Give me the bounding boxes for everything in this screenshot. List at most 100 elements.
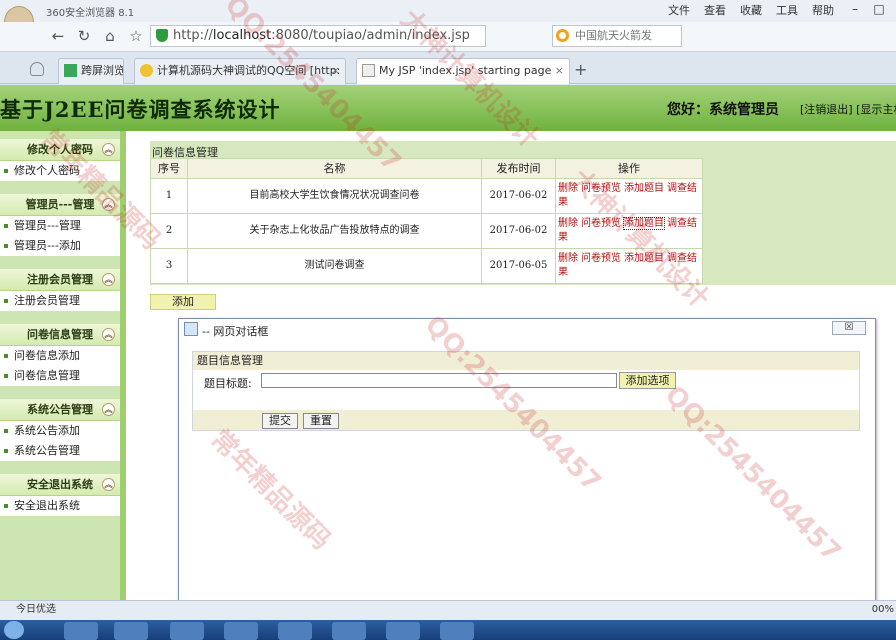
sidebar-item-survey-manage[interactable]: 问卷信息管理 bbox=[0, 366, 120, 386]
sidebar-item-logout[interactable]: 安全退出系统 bbox=[0, 496, 120, 516]
question-title-label: 题目标题: bbox=[204, 377, 252, 390]
survey-table: 序号 名称 发布时间 操作 1 目前高校大学生饮食情况状况调查问卷 2017-0… bbox=[150, 158, 703, 284]
sidebar-group-title[interactable]: 问卷信息管理 ︽ bbox=[0, 324, 120, 346]
zoom-level[interactable]: 00% bbox=[872, 601, 894, 619]
cell-no: 1 bbox=[150, 178, 188, 214]
sidebar-group-title[interactable]: 安全退出系统 ︽ bbox=[0, 474, 120, 496]
cell-date: 2017-06-02 bbox=[481, 178, 556, 214]
shield-icon bbox=[156, 29, 168, 42]
tab-qq-space[interactable]: 计算机源码大神调试的QQ空间 [http: × bbox=[134, 58, 346, 84]
reset-button[interactable]: 重置 bbox=[303, 413, 339, 429]
submit-button[interactable]: 提交 bbox=[262, 413, 298, 429]
delete-link[interactable]: 删除 bbox=[558, 253, 578, 264]
form-title: 题目信息管理 bbox=[193, 352, 859, 370]
tab-label: 计算机源码大神调试的QQ空间 [http: bbox=[157, 64, 341, 77]
add-option-button[interactable]: 添加选项 bbox=[619, 372, 676, 389]
close-tab-icon[interactable]: × bbox=[331, 59, 340, 83]
taskbar-app-icon[interactable] bbox=[224, 622, 258, 640]
sidebar-item-admin-manage[interactable]: 管理员---管理 bbox=[0, 216, 120, 236]
sidebar-item-survey-add[interactable]: 问卷信息添加 bbox=[0, 346, 120, 366]
sidebar-group-survey: 问卷信息管理 ︽ 问卷信息添加 问卷信息管理 bbox=[0, 324, 120, 386]
dialog-title: -- 网页对话框 bbox=[202, 325, 269, 338]
page-icon bbox=[362, 64, 375, 77]
col-ops: 操作 bbox=[555, 158, 703, 179]
question-title-input[interactable] bbox=[261, 373, 617, 388]
sidebar-group-title[interactable]: 系统公告管理 ︽ bbox=[0, 399, 120, 421]
url-scheme: http:// bbox=[173, 28, 213, 43]
preview-link[interactable]: 问卷预览 bbox=[581, 183, 621, 194]
delete-link[interactable]: 删除 bbox=[558, 183, 578, 194]
menu-tools[interactable]: 工具 bbox=[776, 2, 798, 18]
browser-name: 360安全浏览器 8.1 bbox=[46, 8, 135, 19]
tab-label: 跨屏浏览 bbox=[81, 64, 124, 77]
add-question-link[interactable]: 添加题目 bbox=[624, 253, 664, 264]
header-links[interactable]: [注销退出] [显示主机 bbox=[800, 101, 896, 117]
tab-cross-screen[interactable]: 跨屏浏览 bbox=[58, 58, 124, 84]
menu-view[interactable]: 查看 bbox=[704, 2, 726, 18]
collapse-icon[interactable]: ︽ bbox=[102, 478, 115, 491]
phone-icon bbox=[64, 64, 77, 77]
table-header: 序号 名称 发布时间 操作 bbox=[150, 158, 703, 179]
add-question-link[interactable]: 添加题目 bbox=[623, 217, 665, 230]
maximize-icon[interactable]: □ bbox=[868, 2, 890, 18]
taskbar-app-icon[interactable] bbox=[332, 622, 366, 640]
sidebar-item-notice-manage[interactable]: 系统公告管理 bbox=[0, 441, 120, 461]
taskbar-app-icon[interactable] bbox=[170, 622, 204, 640]
add-survey-button[interactable]: 添加 bbox=[150, 294, 216, 310]
delete-link[interactable]: 删除 bbox=[558, 218, 578, 229]
reload-icon[interactable]: ↻ bbox=[74, 26, 94, 46]
back-icon[interactable]: ← bbox=[48, 26, 68, 46]
sidebar-group-members: 注册会员管理 ︽ 注册会员管理 bbox=[0, 269, 120, 311]
star-icon[interactable]: ☆ bbox=[126, 26, 146, 46]
taskbar-app-icon[interactable] bbox=[64, 622, 98, 640]
address-bar[interactable]: http://localhost:8080/toupiao/admin/inde… bbox=[150, 25, 486, 47]
menu-help[interactable]: 帮助 bbox=[812, 2, 834, 18]
taskbar-app-icon[interactable] bbox=[440, 622, 474, 640]
preview-link[interactable]: 问卷预览 bbox=[581, 218, 621, 229]
taskbar-app-icon[interactable] bbox=[386, 622, 420, 640]
close-tab-icon[interactable]: × bbox=[555, 59, 564, 83]
new-tab-icon[interactable]: + bbox=[574, 60, 587, 79]
tab-label: My JSP 'index.jsp' starting page bbox=[379, 64, 552, 77]
menu-favorites[interactable]: 收藏 bbox=[740, 2, 762, 18]
close-icon[interactable]: ☒ bbox=[832, 321, 866, 335]
search-input[interactable]: 中国航天火箭发 bbox=[552, 25, 682, 47]
table-row: 3 测试问卷调查 2017-06-05 删除 问卷预览 添加题目 调查结果 bbox=[150, 248, 703, 284]
menu-file[interactable]: 文件 bbox=[668, 2, 690, 18]
table-row: 1 目前高校大学生饮食情况状况调查问卷 2017-06-02 删除 问卷预览 添加题… bbox=[150, 178, 703, 214]
sidebar-group-title[interactable]: 修改个人密码 ︽ bbox=[0, 139, 120, 161]
url-path: :8080/toupiao/admin/index.jsp bbox=[271, 28, 470, 43]
search-engine-icon bbox=[556, 29, 569, 42]
preview-link[interactable]: 问卷预览 bbox=[581, 253, 621, 264]
cloud-icon[interactable] bbox=[30, 62, 44, 76]
collapse-icon[interactable]: ︽ bbox=[102, 403, 115, 416]
table-row: 2 关于杂志上化妆品广告投放特点的调查 2017-06-02 删除 问卷预览 添加题… bbox=[150, 213, 703, 249]
site-title: 基于J2EE问卷调查系统设计 bbox=[0, 97, 281, 122]
status-text[interactable]: 今日优选 bbox=[16, 604, 56, 615]
collapse-icon[interactable]: ︽ bbox=[102, 198, 115, 211]
sidebar-item-notice-add[interactable]: 系统公告添加 bbox=[0, 421, 120, 441]
taskbar-app-icon[interactable] bbox=[114, 622, 148, 640]
status-bar: 今日优选 00% bbox=[0, 600, 896, 620]
sidebar-group-title[interactable]: 管理员---管理 ︽ bbox=[0, 194, 120, 216]
url-host: localhost bbox=[212, 28, 272, 43]
collapse-icon[interactable]: ︽ bbox=[102, 273, 115, 286]
tab-index-jsp[interactable]: My JSP 'index.jsp' starting page × bbox=[356, 58, 570, 84]
collapse-icon[interactable]: ︽ bbox=[102, 143, 115, 156]
sidebar: 修改个人密码 ︽ 修改个人密码 管理员---管理 ︽ 管理员---管理 管理员---… bbox=[0, 131, 126, 600]
greeting: 您好：系统管理员 bbox=[667, 102, 779, 118]
cell-name: 目前高校大学生饮食情况状况调查问卷 bbox=[187, 178, 482, 214]
add-question-link[interactable]: 添加题目 bbox=[624, 183, 664, 194]
sidebar-item-admin-add[interactable]: 管理员---添加 bbox=[0, 236, 120, 256]
collapse-icon[interactable]: ︽ bbox=[102, 328, 115, 341]
sidebar-item-change-password[interactable]: 修改个人密码 bbox=[0, 161, 120, 181]
start-icon[interactable] bbox=[4, 621, 24, 639]
taskbar-app-icon[interactable] bbox=[278, 622, 312, 640]
sidebar-group-title[interactable]: 注册会员管理 ︽ bbox=[0, 269, 120, 291]
cell-ops: 删除 问卷预览 添加题目 调查结果 bbox=[555, 213, 703, 249]
home-icon[interactable]: ⌂ bbox=[100, 26, 120, 46]
cell-name: 测试问卷调查 bbox=[187, 248, 482, 284]
sidebar-item-members-manage[interactable]: 注册会员管理 bbox=[0, 291, 120, 311]
minimize-icon[interactable]: – bbox=[844, 2, 866, 18]
sidebar-group-notice: 系统公告管理 ︽ 系统公告添加 系统公告管理 bbox=[0, 399, 120, 461]
